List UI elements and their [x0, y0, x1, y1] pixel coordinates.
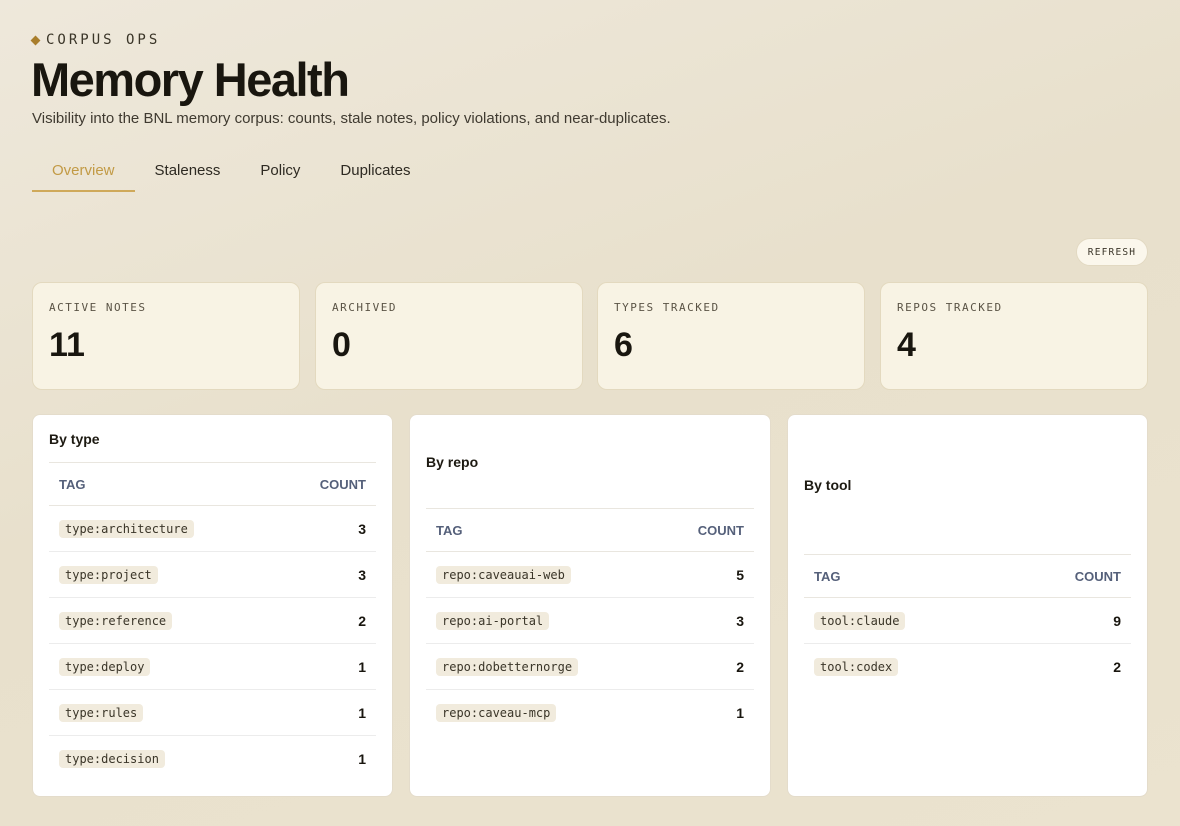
- stat-label: ACTIVE NOTES: [49, 301, 147, 314]
- row-count: 1: [358, 704, 366, 721]
- tag-chip: type:deploy: [59, 657, 151, 676]
- tag-chip: type:reference: [59, 611, 173, 630]
- eyebrow: CORPUS OPS: [30, 32, 161, 48]
- table-row: type:architecture 3: [49, 506, 376, 552]
- col-count-header: COUNT: [697, 522, 744, 538]
- row-count: 5: [736, 566, 744, 583]
- tab-duplicates[interactable]: Duplicates: [320, 152, 430, 192]
- table-row: type:project 3: [49, 552, 376, 598]
- row-count: 1: [736, 705, 744, 721]
- stat-value: 4: [897, 326, 916, 364]
- row-count: 1: [358, 751, 366, 767]
- tab-bar: Overview Staleness Policy Duplicates: [32, 152, 430, 192]
- row-count: 1: [358, 658, 366, 675]
- table-row: tool:claude 9: [804, 598, 1131, 644]
- tag-chip: repo:caveau-mcp: [436, 704, 557, 722]
- table-header: TAG COUNT: [804, 554, 1131, 598]
- tag-chip: repo:dobetternorge: [436, 657, 579, 676]
- stat-value: 11: [49, 326, 85, 364]
- tab-policy[interactable]: Policy: [240, 152, 320, 192]
- panel-by-type: By type TAG COUNT type:architecture 3 typ…: [32, 414, 393, 797]
- eyebrow-label: CORPUS OPS: [46, 32, 161, 48]
- table-header: TAG COUNT: [426, 508, 754, 552]
- table-row: type:reference 2: [49, 598, 376, 644]
- tab-staleness[interactable]: Staleness: [135, 152, 241, 192]
- panel-by-repo: By repo TAG COUNT repo:caveauai-web 5 rep…: [409, 414, 771, 797]
- row-count: 3: [736, 612, 744, 629]
- col-tag-header: TAG: [436, 522, 463, 538]
- stat-label: ARCHIVED: [332, 301, 397, 314]
- row-count: 2: [358, 612, 366, 629]
- stat-card-repos-tracked: REPOS TRACKED 4: [880, 282, 1148, 390]
- tag-chip: type:project: [59, 565, 158, 584]
- tag-chip: type:architecture: [59, 519, 194, 538]
- row-count: 3: [358, 566, 366, 583]
- tag-chip: tool:codex: [814, 658, 899, 676]
- row-count: 2: [736, 658, 744, 675]
- stat-value: 0: [332, 326, 351, 364]
- stat-card-archived: ARCHIVED 0: [315, 282, 583, 390]
- table-row: repo:ai-portal 3: [426, 598, 754, 644]
- col-count-header: COUNT: [1074, 568, 1121, 584]
- table-row: tool:codex 2: [804, 644, 1131, 690]
- tab-overview[interactable]: Overview: [32, 152, 135, 192]
- row-count: 2: [1113, 659, 1121, 675]
- tag-chip: tool:claude: [814, 611, 906, 630]
- panel-title: By repo: [426, 453, 479, 470]
- table-row: type:deploy 1: [49, 644, 376, 690]
- tag-chip: type:rules: [59, 703, 144, 722]
- table-row: repo:caveau-mcp 1: [426, 690, 754, 736]
- stat-label: TYPES TRACKED: [614, 301, 720, 314]
- row-count: 3: [358, 520, 366, 537]
- table-row: repo:dobetternorge 2: [426, 644, 754, 690]
- row-count: 9: [1113, 612, 1121, 629]
- col-tag-header: TAG: [59, 476, 86, 492]
- panel-title: By tool: [804, 476, 852, 493]
- stat-label: REPOS TRACKED: [897, 301, 1003, 314]
- col-tag-header: TAG: [814, 568, 841, 584]
- table-row: type:decision 1: [49, 736, 376, 782]
- tag-chip: type:decision: [59, 750, 165, 768]
- table-row: repo:caveauai-web 5: [426, 552, 754, 598]
- stat-value: 6: [614, 326, 633, 364]
- col-count-header: COUNT: [319, 476, 366, 492]
- panel-by-tool: By tool TAG COUNT tool:claude 9 tool:code…: [787, 414, 1148, 797]
- refresh-button[interactable]: REFRESH: [1076, 238, 1148, 266]
- page-subtitle: Visibility into the BNL memory corpus: c…: [32, 110, 671, 127]
- table-header: TAG COUNT: [49, 462, 376, 506]
- stat-card-types-tracked: TYPES TRACKED 6: [597, 282, 865, 390]
- page-title: Memory Health: [31, 53, 350, 106]
- diamond-icon: [30, 35, 41, 45]
- table-row: type:rules 1: [49, 690, 376, 736]
- tag-chip: repo:caveauai-web: [436, 565, 571, 584]
- panel-title: By type: [49, 430, 100, 447]
- stat-card-active-notes: ACTIVE NOTES 11: [32, 282, 300, 390]
- tag-chip: repo:ai-portal: [436, 611, 550, 630]
